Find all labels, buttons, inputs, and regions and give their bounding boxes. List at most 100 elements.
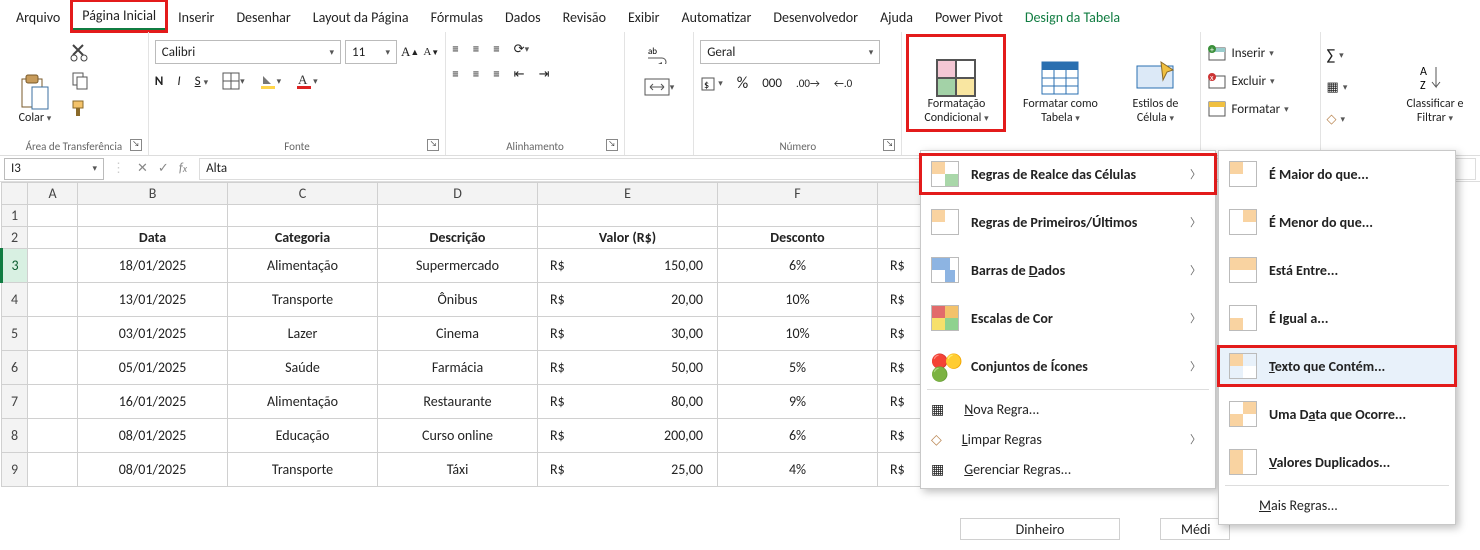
cell[interactable]: Valor (R$): [538, 227, 718, 249]
row-header[interactable]: 1: [2, 205, 28, 227]
row-header[interactable]: 2: [2, 227, 28, 249]
decrease-decimal-icon[interactable]: ←.0: [834, 77, 852, 90]
cf-data-bars[interactable]: Barras de Dados 〉: [921, 251, 1215, 289]
fx-icon[interactable]: fx: [179, 161, 187, 176]
tab-design-tabela[interactable]: Design da Tabela: [1015, 3, 1130, 30]
cell[interactable]: Alimentação: [228, 385, 378, 419]
cell-dinheiro[interactable]: Dinheiro: [960, 518, 1120, 540]
align-right-icon[interactable]: ≡: [493, 67, 499, 82]
column-header[interactable]: C: [228, 183, 378, 205]
column-header[interactable]: D: [378, 183, 538, 205]
comma-format-icon[interactable]: 000: [762, 76, 782, 91]
cell[interactable]: 10%: [718, 317, 878, 351]
cell[interactable]: Supermercado: [378, 249, 538, 283]
percent-format-icon[interactable]: %: [737, 74, 748, 93]
number-format-select[interactable]: Geral▾: [700, 40, 880, 64]
accounting-format-icon[interactable]: $▾: [700, 75, 723, 93]
conditional-formatting-button[interactable]: Formatação Condicional ▾: [908, 36, 1004, 130]
tab-ajuda[interactable]: Ajuda: [870, 3, 923, 30]
rule-text-contains[interactable]: Texto que Contém...: [1219, 347, 1455, 385]
font-color-icon[interactable]: A▾: [295, 72, 318, 90]
insert-cells-button[interactable]: + Inserir ▾: [1207, 40, 1273, 66]
tab-arquivo[interactable]: Arquivo: [6, 3, 70, 30]
cell[interactable]: [718, 205, 878, 227]
cell[interactable]: Restaurante: [378, 385, 538, 419]
rule-date-occurring[interactable]: Uma Data que Ocorre...: [1219, 395, 1455, 433]
font-name-select[interactable]: Calibri▾: [155, 40, 341, 64]
rule-duplicate-values[interactable]: Valores Duplicados...: [1219, 443, 1455, 481]
cell[interactable]: 05/01/2025: [78, 351, 228, 385]
borders-icon[interactable]: ▾: [222, 72, 245, 90]
wrap-text-icon[interactable]: ab: [646, 44, 672, 64]
tab-desenvolvedor[interactable]: Desenvolvedor: [763, 3, 868, 30]
rule-less-than[interactable]: É Menor do que...: [1219, 203, 1455, 241]
cell[interactable]: Curso online: [378, 419, 538, 453]
increase-font-icon[interactable]: A▲: [401, 44, 419, 60]
underline-button[interactable]: S ▾: [195, 74, 208, 89]
fill-button[interactable]: ▦▾: [1327, 74, 1348, 100]
cell[interactable]: [28, 283, 78, 317]
tab-powerpivot[interactable]: Power Pivot: [925, 3, 1013, 30]
copy-icon[interactable]: [70, 70, 90, 90]
tab-automatizar[interactable]: Automatizar: [672, 3, 762, 30]
cell[interactable]: Táxi: [378, 453, 538, 487]
tab-layout[interactable]: Layout da Página: [303, 3, 419, 30]
format-painter-icon[interactable]: [70, 98, 90, 118]
cf-icon-sets[interactable]: 🔴🟡🟢 Conjuntos de Ícones 〉: [921, 347, 1215, 385]
cell[interactable]: Educação: [228, 419, 378, 453]
cf-new-rule[interactable]: ▦ Nova Regra...: [921, 394, 1215, 424]
cell-styles-button[interactable]: Estilos de Célula ▾: [1116, 36, 1194, 130]
paste-button[interactable]: Colar ▾: [6, 36, 64, 130]
increase-indent-icon[interactable]: ⇥: [539, 67, 550, 82]
clipboard-launcher-icon[interactable]: ↘: [130, 139, 142, 151]
cell[interactable]: Saúde: [228, 351, 378, 385]
decrease-font-icon[interactable]: A▼: [423, 46, 439, 58]
align-bottom-icon[interactable]: ≡: [493, 42, 499, 57]
delete-cells-button[interactable]: x Excluir ▾: [1207, 68, 1274, 94]
cell[interactable]: Data: [78, 227, 228, 249]
cell[interactable]: R$25,00: [538, 453, 718, 487]
row-header[interactable]: 5: [2, 317, 28, 351]
font-launcher-icon[interactable]: ↘: [427, 139, 439, 151]
cell[interactable]: [28, 205, 78, 227]
column-header[interactable]: A: [28, 183, 78, 205]
cell[interactable]: Farmácia: [378, 351, 538, 385]
align-top-icon[interactable]: ≡: [452, 42, 458, 57]
row-header[interactable]: 6: [2, 351, 28, 385]
cell[interactable]: [28, 385, 78, 419]
cell[interactable]: Cinema: [378, 317, 538, 351]
cell[interactable]: Categoria: [228, 227, 378, 249]
column-header[interactable]: F: [718, 183, 878, 205]
cell[interactable]: 4%: [718, 453, 878, 487]
name-box[interactable]: I3▾: [4, 158, 104, 180]
cell[interactable]: 03/01/2025: [78, 317, 228, 351]
row-header[interactable]: 9: [2, 453, 28, 487]
row-header[interactable]: 8: [2, 419, 28, 453]
tab-revisao[interactable]: Revisão: [553, 3, 616, 30]
cell[interactable]: [78, 205, 228, 227]
cell[interactable]: [378, 205, 538, 227]
cell[interactable]: [28, 249, 78, 283]
rule-greater-than[interactable]: É Maior do que...: [1219, 155, 1455, 193]
align-left-icon[interactable]: ≡: [452, 67, 458, 82]
tab-exibir[interactable]: Exibir: [618, 3, 670, 30]
autosum-button[interactable]: ∑▾: [1327, 42, 1344, 68]
increase-decimal-icon[interactable]: .00→: [796, 77, 820, 90]
cancel-formula-icon[interactable]: ✕: [137, 161, 148, 176]
fill-color-icon[interactable]: ▾: [259, 72, 282, 90]
cf-top-bottom-rules[interactable]: Regras de Primeiros/Últimos 〉: [921, 203, 1215, 241]
cell[interactable]: 9%: [718, 385, 878, 419]
decrease-indent-icon[interactable]: ⇤: [514, 67, 525, 82]
cell[interactable]: [28, 317, 78, 351]
cell[interactable]: Descrição: [378, 227, 538, 249]
cell[interactable]: 10%: [718, 283, 878, 317]
select-all-corner[interactable]: [2, 183, 28, 205]
enter-formula-icon[interactable]: ✓: [158, 161, 169, 176]
rule-equal-to[interactable]: É Igual a...: [1219, 299, 1455, 337]
cell[interactable]: R$20,00: [538, 283, 718, 317]
tab-desenhar[interactable]: Desenhar: [226, 3, 300, 30]
clear-button[interactable]: ◇▾: [1327, 106, 1346, 132]
column-header[interactable]: E: [538, 183, 718, 205]
cell[interactable]: 13/01/2025: [78, 283, 228, 317]
cell[interactable]: 16/01/2025: [78, 385, 228, 419]
